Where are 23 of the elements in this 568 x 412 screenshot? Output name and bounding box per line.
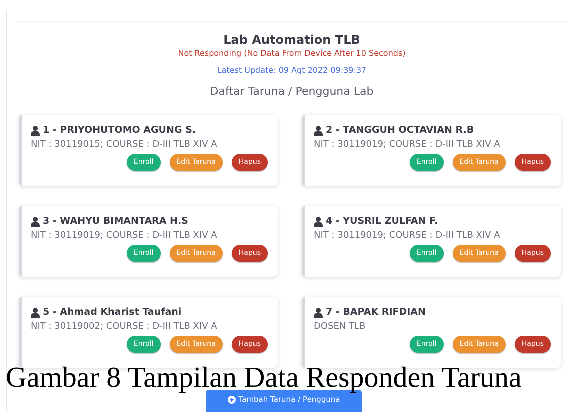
section-title: Daftar Taruna / Pengguna Lab [210, 85, 374, 99]
user-icon [314, 217, 323, 227]
user-detail: NIT : 30119015; COURSE : D-III TLB XIV A [31, 139, 218, 151]
user-detail: DOSEN TLB [314, 321, 367, 333]
user-detail: NIT : 30119002; COURSE : D-III TLB XIV A [31, 321, 218, 333]
user-name: 7 - BAPAK RIFDIAN [326, 307, 426, 319]
user-name: 4 - YUSRIL ZULFAN F. [326, 216, 438, 228]
status-text: Not Responding (No Data From Device After 10 Seconds) [178, 48, 406, 60]
user-name: 2 - TANGGUH OCTAVIAN R.B [326, 125, 474, 137]
user-icon [314, 126, 323, 136]
user-detail: NIT : 30119019; COURSE : D-III TLB XIV A [31, 230, 218, 242]
user-name: 3 - WAHYU BIMANTARA H.S [43, 216, 188, 228]
user-name: 1 - PRIYOHUTOMO AGUNG S. [43, 125, 196, 137]
user-detail: NIT : 30119019; COURSE : D-III TLB XIV A [314, 139, 502, 151]
page-title: Lab Automation TLB [224, 32, 360, 48]
user-detail: NIT : 30119019; COURSE : D-III TLB XIV A [314, 230, 502, 242]
plus-circle-icon [228, 396, 236, 404]
user-icon [314, 308, 323, 318]
user-name: 5 - Ahmad Kharist Taufani [43, 307, 182, 319]
update-time: Latest Update: 09 Agt 2022 09:39:37 [217, 65, 367, 77]
user-icon [31, 217, 40, 227]
user-icon [31, 308, 40, 318]
user-icon [31, 126, 40, 136]
